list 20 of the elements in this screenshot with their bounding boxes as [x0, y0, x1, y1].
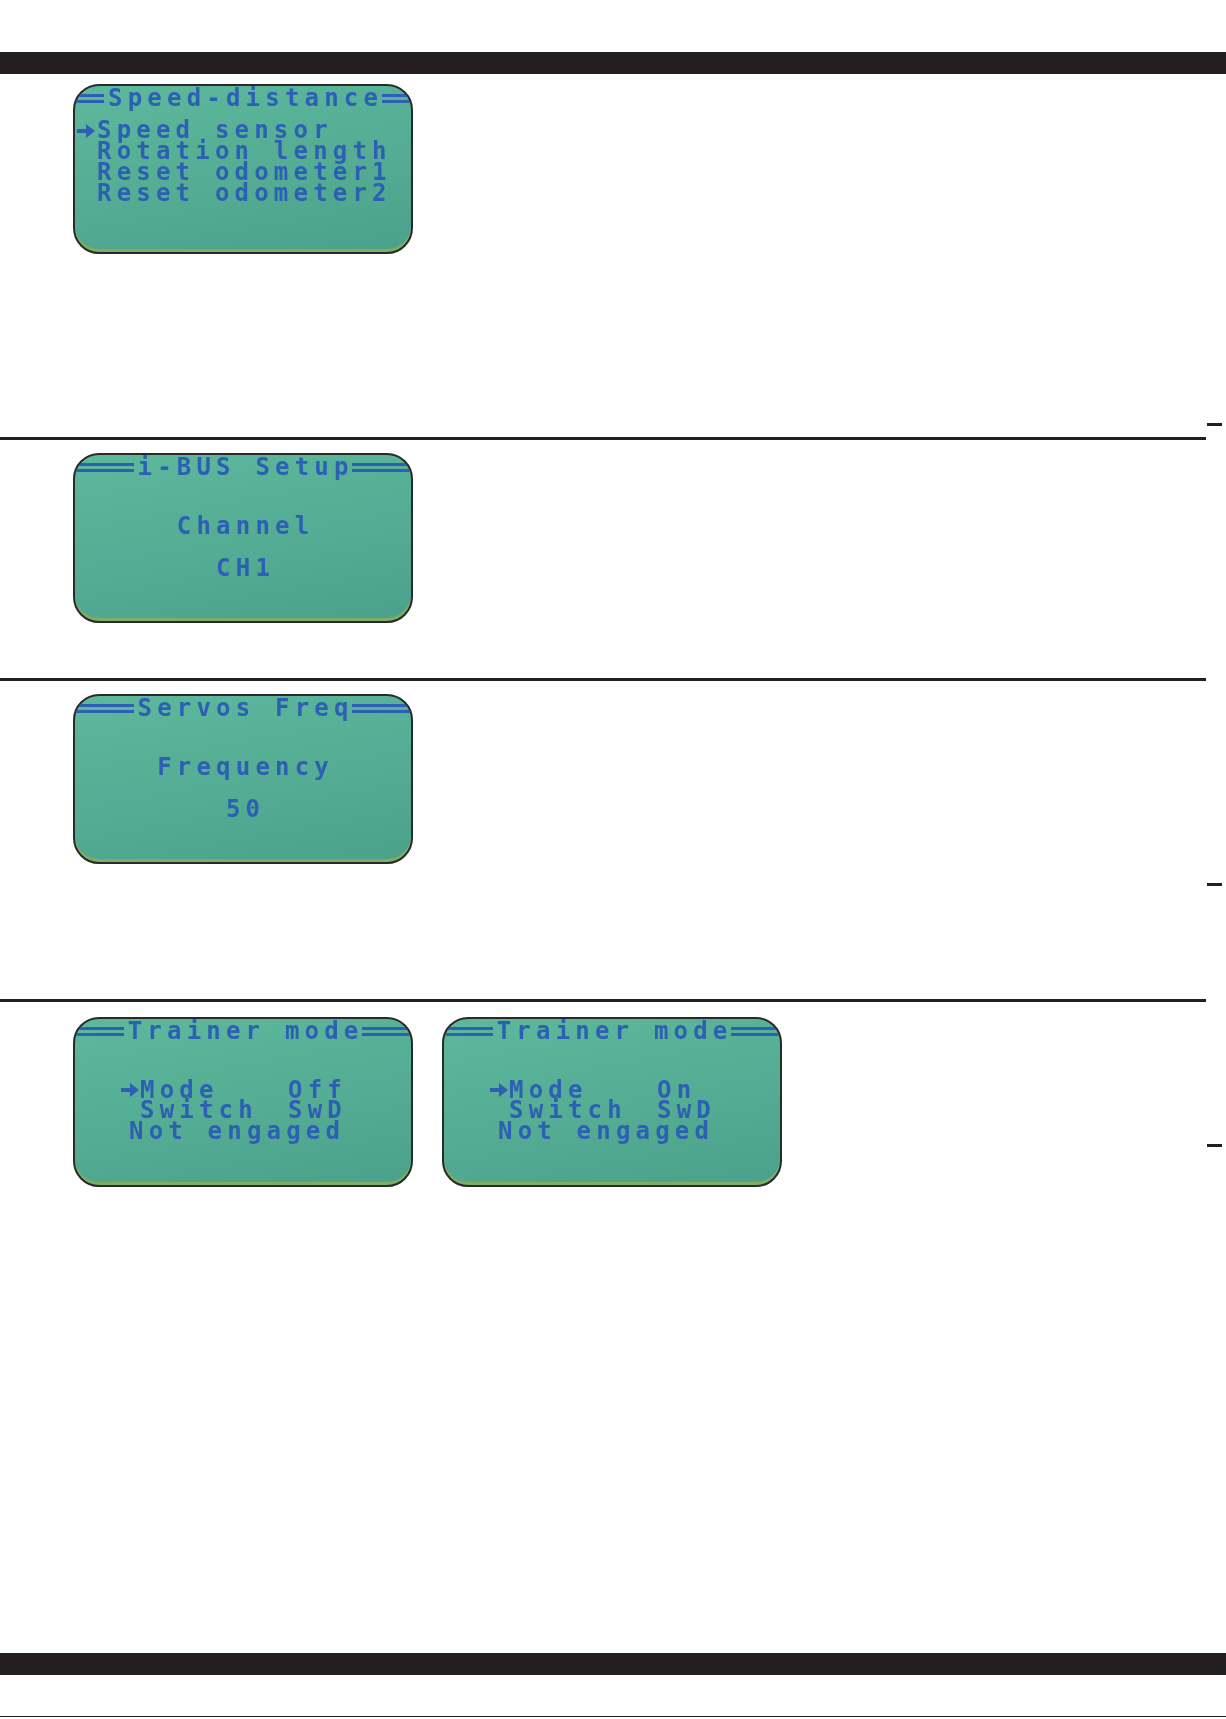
- setting-value: 50: [225, 799, 266, 820]
- status-text: Not engaged: [129, 1121, 346, 1142]
- status-text: Not engaged: [498, 1121, 715, 1142]
- screen-title: i-BUS Setup: [137, 456, 354, 478]
- selection-arrow-icon: [77, 123, 95, 138]
- setting-label: Channel: [176, 516, 315, 537]
- selection-arrow-icon: [121, 1083, 139, 1098]
- setting-value: On: [657, 1079, 697, 1101]
- screen-title: Speed-distance: [108, 87, 384, 109]
- setting-value: SwD: [657, 1100, 716, 1122]
- screen-title: Servos Freq: [137, 697, 354, 719]
- screen-title: Trainer mode: [496, 1020, 733, 1042]
- setting-value: CH1: [216, 558, 276, 579]
- screen-title: Trainer mode: [127, 1020, 364, 1042]
- setting-value: Off: [288, 1079, 347, 1101]
- setting-label: Frequency: [157, 757, 334, 778]
- menu-item[interactable]: Reset odometer1: [75, 162, 392, 183]
- menu-item[interactable]: Reset odometer2: [75, 183, 392, 204]
- selection-arrow-icon: [490, 1083, 508, 1098]
- setting-value: SwD: [288, 1100, 347, 1122]
